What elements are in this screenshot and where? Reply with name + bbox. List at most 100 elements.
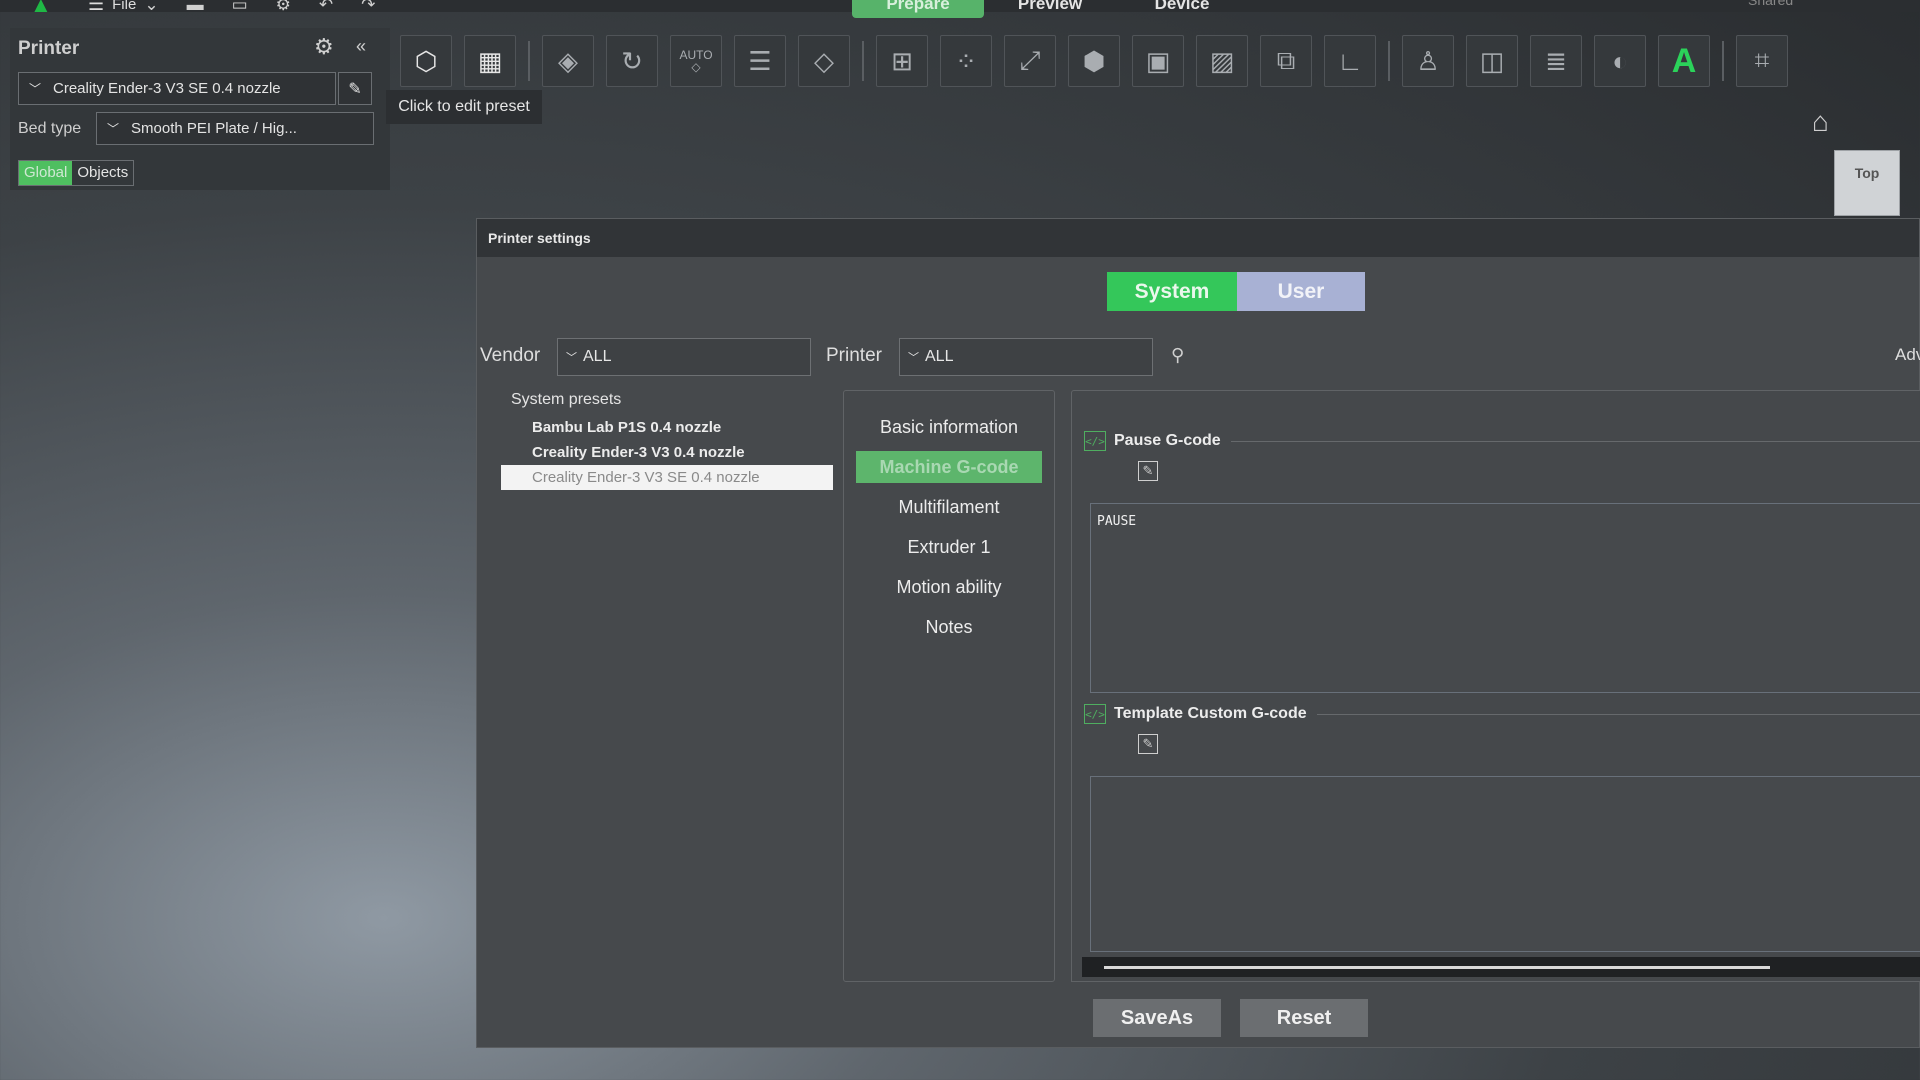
preset-tree: System presets Bambu Lab P1S 0.4 nozzle … — [501, 391, 835, 490]
nav-basic-information[interactable]: Basic information — [856, 411, 1042, 443]
toolbar-divider — [1722, 41, 1724, 81]
pause-gcode-textarea[interactable]: PAUSE — [1090, 503, 1920, 693]
scope-toggle: Global Objects — [18, 160, 135, 186]
saveas-button[interactable]: SaveAs — [1093, 999, 1221, 1037]
edit-icon[interactable]: ✎ — [1138, 734, 1158, 754]
file-menu[interactable]: ☰ File ⌄ — [88, 0, 159, 15]
dialog-titlebar[interactable]: Printer settings — [477, 219, 1919, 257]
add-model-button[interactable]: ⬡ — [400, 35, 452, 87]
nav-motion-ability[interactable]: Motion ability — [856, 571, 1042, 603]
arrange-button[interactable]: ☰ — [734, 35, 786, 87]
color-paint-button[interactable]: ◐ — [1594, 35, 1646, 87]
system-tab-button[interactable]: System — [1107, 272, 1237, 311]
cube-plus-icon: ⬡ — [414, 45, 438, 76]
scrollbar-thumb[interactable] — [1104, 966, 1770, 969]
search-icon[interactable]: ⚲ — [1171, 345, 1184, 366]
advanced-toggle-label[interactable]: Adv — [1895, 345, 1920, 365]
nav-multifilament[interactable]: Multifilament — [856, 491, 1042, 523]
file-menu-label: File — [112, 0, 137, 13]
svg-tool-button[interactable]: ⌗ — [1736, 35, 1788, 87]
tab-device[interactable]: Device — [1116, 0, 1248, 18]
split-parts-button[interactable]: ⁘ — [940, 35, 992, 87]
nav-notes[interactable]: Notes — [856, 611, 1042, 643]
open-folder-icon[interactable]: ▬ — [187, 0, 204, 14]
orient-icon: ◈ — [558, 45, 578, 76]
arrange-icon: ☰ — [748, 45, 772, 76]
auto-label: AUTO — [679, 48, 713, 62]
template-gcode-textarea[interactable] — [1090, 776, 1920, 952]
printer-settings-gear-icon[interactable]: ⚙ — [314, 34, 334, 60]
printer-preset-value: Creality Ender-3 V3 SE 0.4 nozzle — [53, 80, 281, 97]
chevron-down-icon: ⌄ — [144, 0, 159, 14]
bed-type-select[interactable]: ﹀ Smooth PEI Plate / Hig... — [96, 112, 374, 145]
split-objects-button[interactable]: ⊞ — [876, 35, 928, 87]
svg-image-icon: ⌗ — [1754, 45, 1770, 75]
printer-filter-value: ALL — [925, 348, 954, 365]
boolean-button[interactable]: ⧉ — [1260, 35, 1312, 87]
edit-preset-button[interactable]: ✎ — [338, 72, 372, 105]
settings-nav-panel: Basic information Machine G-code Multifi… — [843, 390, 1055, 982]
printer-filter-label: Printer — [826, 345, 882, 366]
orient-button[interactable]: ◈ — [542, 35, 594, 87]
cut-button[interactable]: ▣ — [1132, 35, 1184, 87]
tab-prepare[interactable]: Prepare — [852, 0, 984, 18]
move-icon: ⬢ — [1082, 45, 1106, 76]
edit-icon[interactable]: ✎ — [1138, 461, 1158, 481]
assembly-icon: ◫ — [1479, 45, 1505, 76]
variable-layer-button[interactable]: ≣ — [1530, 35, 1582, 87]
horizontal-scrollbar[interactable] — [1082, 957, 1920, 977]
auto-orient-button[interactable]: AUTO ◇ — [670, 35, 722, 87]
list-item-selected[interactable]: Creality Ender-3 V3 SE 0.4 nozzle — [501, 465, 833, 490]
rotate-button[interactable]: ↻ — [606, 35, 658, 87]
chevron-down-icon: ﹀ — [566, 352, 577, 364]
assembly-button[interactable]: ◫ — [1466, 35, 1518, 87]
support-paint-icon: ▨ — [1209, 45, 1235, 76]
section-divider — [1230, 440, 1920, 442]
tree-group-system-presets[interactable]: System presets — [511, 391, 835, 409]
gcode-content-panel: </> Pause G-code ✎ PAUSE </> Template Cu… — [1071, 390, 1920, 982]
printer-filter-select[interactable]: ﹀ ALL — [899, 338, 1153, 376]
nav-extruder-1[interactable]: Extruder 1 — [856, 531, 1042, 563]
toolbar-divider — [862, 41, 864, 81]
split-objects-icon: ⊞ — [891, 45, 913, 76]
code-icon: </> — [1084, 431, 1106, 451]
tab-preview[interactable]: Preview — [984, 0, 1116, 18]
code-icon: </> — [1084, 704, 1106, 724]
collapse-panel-icon[interactable]: « — [356, 36, 366, 57]
list-item[interactable]: Creality Ender-3 V3 0.4 nozzle — [505, 440, 835, 465]
redo-icon[interactable]: ↷ — [361, 0, 375, 14]
text-tool-button[interactable]: A — [1658, 35, 1710, 87]
printer-panel-title: Printer — [18, 38, 80, 59]
user-tab-button[interactable]: User — [1237, 272, 1365, 311]
save-icon[interactable]: ▭ — [232, 0, 248, 14]
seam-paint-button[interactable]: ♙ — [1402, 35, 1454, 87]
cut-icon: ▣ — [1145, 45, 1171, 76]
template-gcode-header: </> Template Custom G-code — [1084, 704, 1920, 724]
template-gcode-title: Template Custom G-code — [1114, 705, 1307, 722]
view-cube[interactable]: Top — [1834, 150, 1900, 216]
vendor-select[interactable]: ﹀ ALL — [557, 338, 811, 376]
list-item[interactable]: Bambu Lab P1S 0.4 nozzle — [505, 415, 835, 440]
scale-button[interactable]: ⤢ — [1004, 35, 1056, 87]
pause-gcode-title: Pause G-code — [1114, 432, 1221, 449]
move-button[interactable]: ⬢ — [1068, 35, 1120, 87]
bed-type-value: Smooth PEI Plate / Hig... — [131, 120, 297, 137]
scope-global-button[interactable]: Global — [19, 161, 73, 185]
printer-preset-select[interactable]: ﹀ Creality Ender-3 V3 SE 0.4 nozzle — [18, 72, 336, 105]
home-view-icon[interactable]: ⌂ — [1812, 106, 1829, 138]
measure-button[interactable]: ∟ — [1324, 35, 1376, 87]
support-paint-button[interactable]: ▨ — [1196, 35, 1248, 87]
lay-on-face-button[interactable]: ◇ — [798, 35, 850, 87]
scope-objects-button[interactable]: Objects — [72, 161, 133, 185]
undo-icon[interactable]: ↶ — [319, 0, 333, 14]
app-logo-icon: ▲ — [30, 0, 52, 17]
settings-gear-icon[interactable]: ⚙ — [276, 0, 291, 14]
nav-machine-gcode[interactable]: Machine G-code — [856, 451, 1042, 483]
add-plate-button[interactable]: ▦ — [464, 35, 516, 87]
split-parts-icon: ⁘ — [955, 45, 977, 76]
vendor-label: Vendor — [480, 345, 541, 366]
reset-button[interactable]: Reset — [1240, 999, 1368, 1037]
system-user-toggle: System User — [1107, 272, 1365, 311]
vendor-value: ALL — [583, 348, 612, 365]
top-right-label[interactable]: Shared — [1748, 0, 1793, 8]
